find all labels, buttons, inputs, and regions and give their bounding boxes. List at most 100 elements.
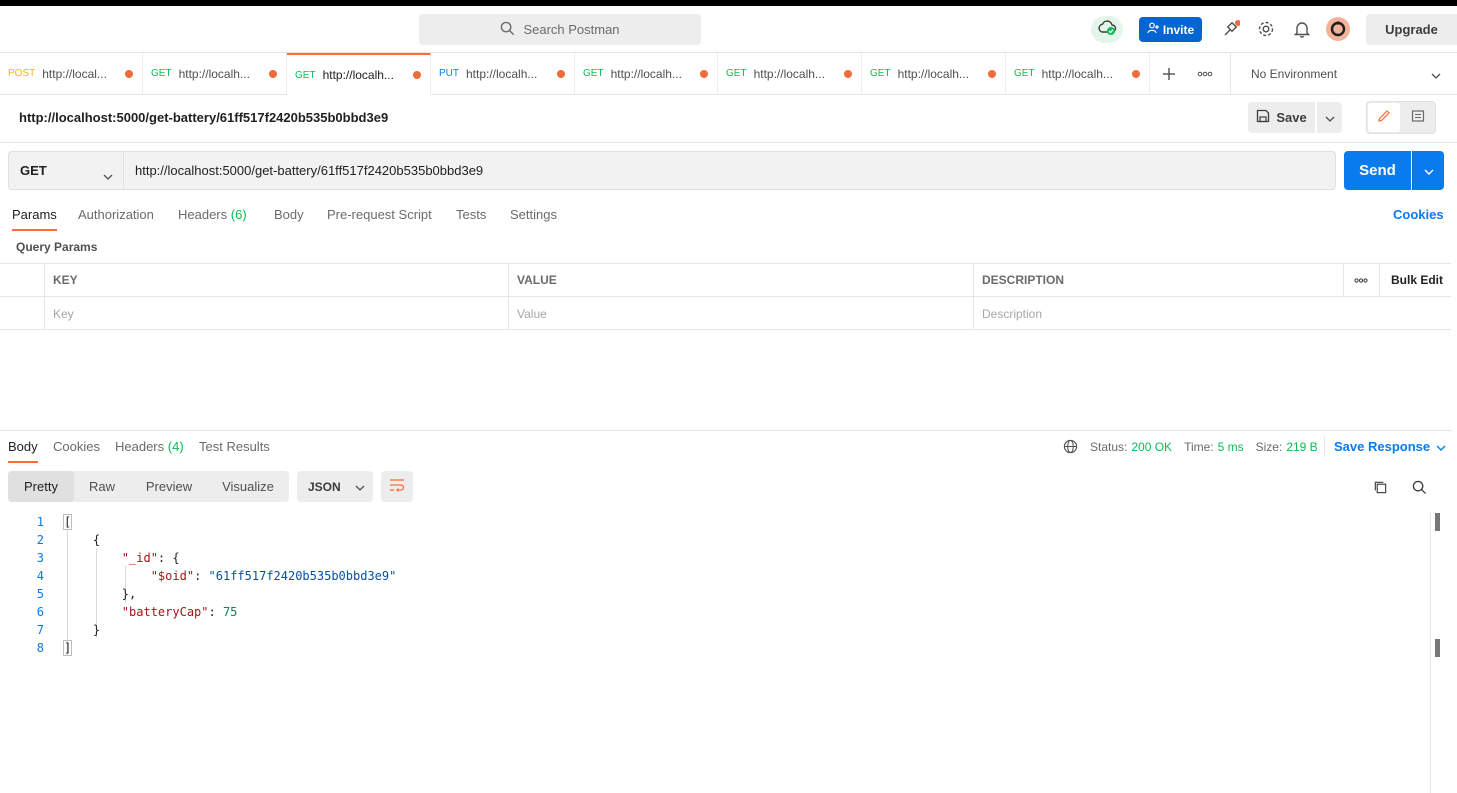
send-options-button[interactable] xyxy=(1412,151,1444,190)
tab-request[interactable]: GET http://localh... xyxy=(862,53,1006,94)
avatar[interactable] xyxy=(1326,17,1350,41)
json-key: "$oid" xyxy=(150,569,195,583)
search-icon[interactable] xyxy=(1407,475,1431,499)
unsaved-dot-icon xyxy=(700,69,708,78)
view-pretty-button[interactable]: Pretty xyxy=(8,471,74,502)
cookies-link[interactable]: Cookies xyxy=(1393,207,1444,222)
tab-request-active[interactable]: GET http://localh... xyxy=(287,53,431,95)
tab-body[interactable]: Body xyxy=(274,207,304,231)
query-params-title: Query Params xyxy=(16,240,98,254)
tab-method: GET xyxy=(1014,68,1035,79)
line-number: 8 xyxy=(36,641,44,655)
tab-method: GET xyxy=(870,68,891,79)
add-user-icon xyxy=(1147,22,1159,37)
response-headers-count: (4) xyxy=(167,439,184,454)
edit-mode-button[interactable] xyxy=(1368,103,1400,132)
new-tab-plus-icon[interactable] xyxy=(1157,62,1181,86)
save-response-button[interactable]: Save Response xyxy=(1334,439,1446,454)
tab-method: GET xyxy=(583,68,604,79)
tab-prerequest-script[interactable]: Pre-request Script xyxy=(327,207,432,231)
line-number: 7 xyxy=(36,623,44,637)
chevron-down-icon xyxy=(1431,68,1441,82)
tab-url: http://local... xyxy=(42,66,107,81)
unsaved-dot-icon xyxy=(413,71,421,79)
unsaved-dot-icon xyxy=(125,69,133,78)
response-body-editor[interactable]: 1 [ 2 { 3 "_id": { 4 "$oid": "61ff517f24… xyxy=(0,512,1430,793)
code-text: }, xyxy=(64,587,137,601)
response-divider[interactable] xyxy=(0,430,1452,431)
chevron-down-icon xyxy=(355,480,365,494)
code-line: 2 { xyxy=(0,531,1430,549)
status-label: Status: xyxy=(1090,439,1128,454)
tab-params[interactable]: Params xyxy=(12,207,57,231)
tab-request[interactable]: GET http://localh... xyxy=(718,53,862,94)
chevron-down-icon xyxy=(1424,163,1434,178)
line-number: 4 xyxy=(36,569,44,583)
code-line: 4 "$oid": "61ff517f2420b535b0bbd3e9" xyxy=(0,567,1430,585)
copy-icon[interactable] xyxy=(1368,475,1392,499)
status-value[interactable]: 200 OK xyxy=(1131,440,1172,454)
environment-select[interactable]: No Environment xyxy=(1230,53,1457,94)
code-line: 3 "_id": { xyxy=(0,549,1430,567)
tab-request[interactable]: PUT http://localh... xyxy=(431,53,575,94)
code-text: [ xyxy=(62,514,73,530)
bell-icon[interactable] xyxy=(1290,17,1314,41)
globe-icon[interactable] xyxy=(1063,439,1078,454)
format-select[interactable]: JSON xyxy=(297,471,373,502)
upgrade-button[interactable]: Upgrade xyxy=(1366,14,1457,45)
search-input[interactable]: Search Postman xyxy=(419,14,701,45)
save-response-label: Save Response xyxy=(1334,439,1431,454)
pencil-icon xyxy=(1377,109,1391,126)
gear-icon[interactable] xyxy=(1254,17,1278,41)
wrap-lines-button[interactable] xyxy=(381,471,413,502)
documentation-mode-button[interactable] xyxy=(1402,103,1434,132)
unsaved-dot-icon xyxy=(269,69,277,78)
save-button[interactable]: Save xyxy=(1248,102,1315,133)
bulk-edit-button[interactable]: Bulk Edit xyxy=(1380,264,1451,297)
format-value: JSON xyxy=(308,479,341,494)
tab-url: http://localh... xyxy=(897,66,969,81)
scrollbar-thumb[interactable] xyxy=(1435,513,1440,531)
view-visualize-button[interactable]: Visualize xyxy=(212,471,284,502)
view-raw-button[interactable]: Raw xyxy=(76,471,128,502)
sync-status-button[interactable] xyxy=(1091,16,1123,43)
size-value[interactable]: 219 B xyxy=(1286,440,1317,454)
tab-method: POST xyxy=(8,68,36,79)
response-tab-body[interactable]: Body xyxy=(8,439,38,463)
tab-authorization[interactable]: Authorization xyxy=(78,207,154,231)
value-input[interactable]: Value xyxy=(509,297,974,330)
request-name[interactable]: http://localhost:5000/get-battery/61ff51… xyxy=(19,110,388,125)
save-options-button[interactable] xyxy=(1317,102,1342,133)
response-tab-cookies[interactable]: Cookies xyxy=(53,439,100,463)
more-tabs-icon[interactable] xyxy=(1193,62,1217,86)
invite-button[interactable]: Invite xyxy=(1139,17,1202,42)
chevron-down-icon xyxy=(103,168,113,183)
column-header-key: KEY xyxy=(45,264,509,297)
unsaved-dot-icon xyxy=(557,69,565,78)
method-select[interactable]: GET xyxy=(8,151,123,190)
tab-headers[interactable]: Headers (6) xyxy=(178,207,247,231)
url-input[interactable]: http://localhost:5000/get-battery/61ff51… xyxy=(123,151,1336,190)
send-button[interactable]: Send xyxy=(1344,151,1411,190)
tab-tests[interactable]: Tests xyxy=(456,207,486,231)
row-check[interactable] xyxy=(0,297,45,330)
description-input[interactable]: Description xyxy=(974,297,1451,330)
tab-request[interactable]: GET http://localh... xyxy=(575,53,718,94)
time-value[interactable]: 5 ms xyxy=(1218,440,1244,454)
tab-settings[interactable]: Settings xyxy=(510,207,557,231)
line-number: 2 xyxy=(36,533,44,547)
tab-method: PUT xyxy=(439,68,459,79)
response-tab-test-results[interactable]: Test Results xyxy=(199,439,270,463)
view-preview-button[interactable]: Preview xyxy=(136,471,202,502)
tab-request[interactable]: GET http://localh... xyxy=(1006,53,1150,94)
json-number-value: 75 xyxy=(222,605,238,619)
editor-scrollbar[interactable] xyxy=(1430,512,1445,793)
unsaved-dot-icon xyxy=(844,69,852,78)
tab-request[interactable]: GET http://localh... xyxy=(143,53,287,94)
tab-request[interactable]: POST http://local... xyxy=(0,53,143,94)
tab-method: GET xyxy=(151,68,172,79)
key-input[interactable]: Key xyxy=(45,297,509,330)
response-tab-headers[interactable]: Headers (4) xyxy=(115,439,184,463)
satellite-icon[interactable] xyxy=(1219,17,1243,41)
more-options-icon[interactable] xyxy=(1344,264,1380,297)
